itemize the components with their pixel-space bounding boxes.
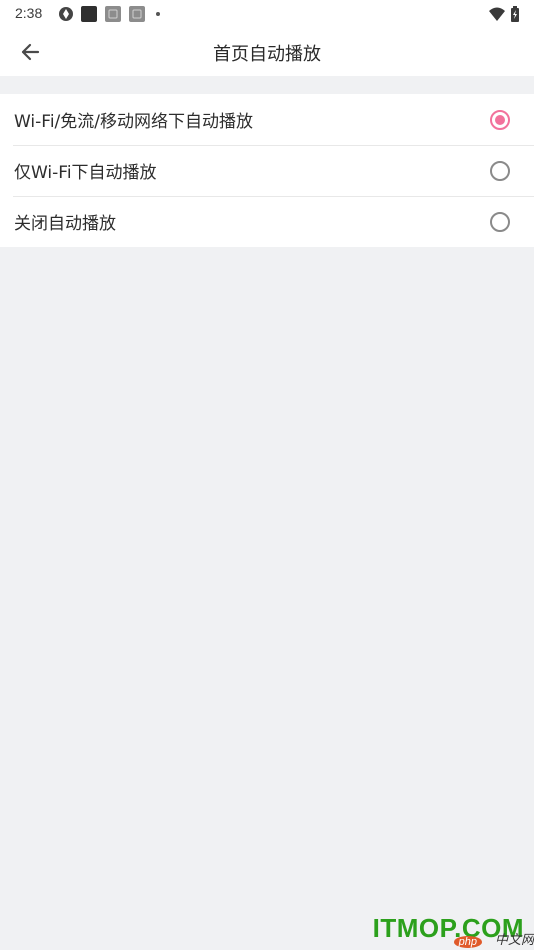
dot-icon [156, 12, 160, 16]
app-icon-gray [105, 6, 121, 22]
watermark-badge: php [453, 936, 482, 948]
radio-button[interactable] [490, 160, 510, 181]
app-bar: 首页自动播放 [0, 28, 534, 76]
option-wifi-only[interactable]: 仅Wi-Fi下自动播放 [0, 145, 534, 196]
status-bar: 2:38 [0, 0, 534, 28]
option-label: 仅Wi-Fi下自动播放 [14, 163, 157, 183]
option-off[interactable]: 关闭自动播放 [0, 196, 534, 247]
app-icon-gray [129, 6, 145, 22]
option-wifi-cellular[interactable]: Wi-Fi/免流/移动网络下自动播放 [0, 94, 534, 145]
radio-button[interactable] [490, 211, 510, 232]
option-label: Wi-Fi/免流/移动网络下自动播放 [14, 112, 254, 132]
option-label: 关闭自动播放 [14, 214, 116, 234]
page-title: 首页自动播放 [213, 44, 321, 65]
wifi-icon [489, 7, 505, 21]
battery-icon [511, 6, 519, 22]
watermark-suffix: 中文网 [494, 933, 534, 948]
notification-icons [58, 5, 164, 23]
status-time: 2:38 [15, 5, 43, 21]
radio-button-selected[interactable] [490, 109, 510, 130]
system-icons [488, 5, 520, 23]
app-icon-dark [81, 6, 97, 22]
autoplay-options: Wi-Fi/免流/移动网络下自动播放 仅Wi-Fi下自动播放 关闭自动播放 [0, 94, 534, 247]
aperture-icon [59, 7, 73, 21]
